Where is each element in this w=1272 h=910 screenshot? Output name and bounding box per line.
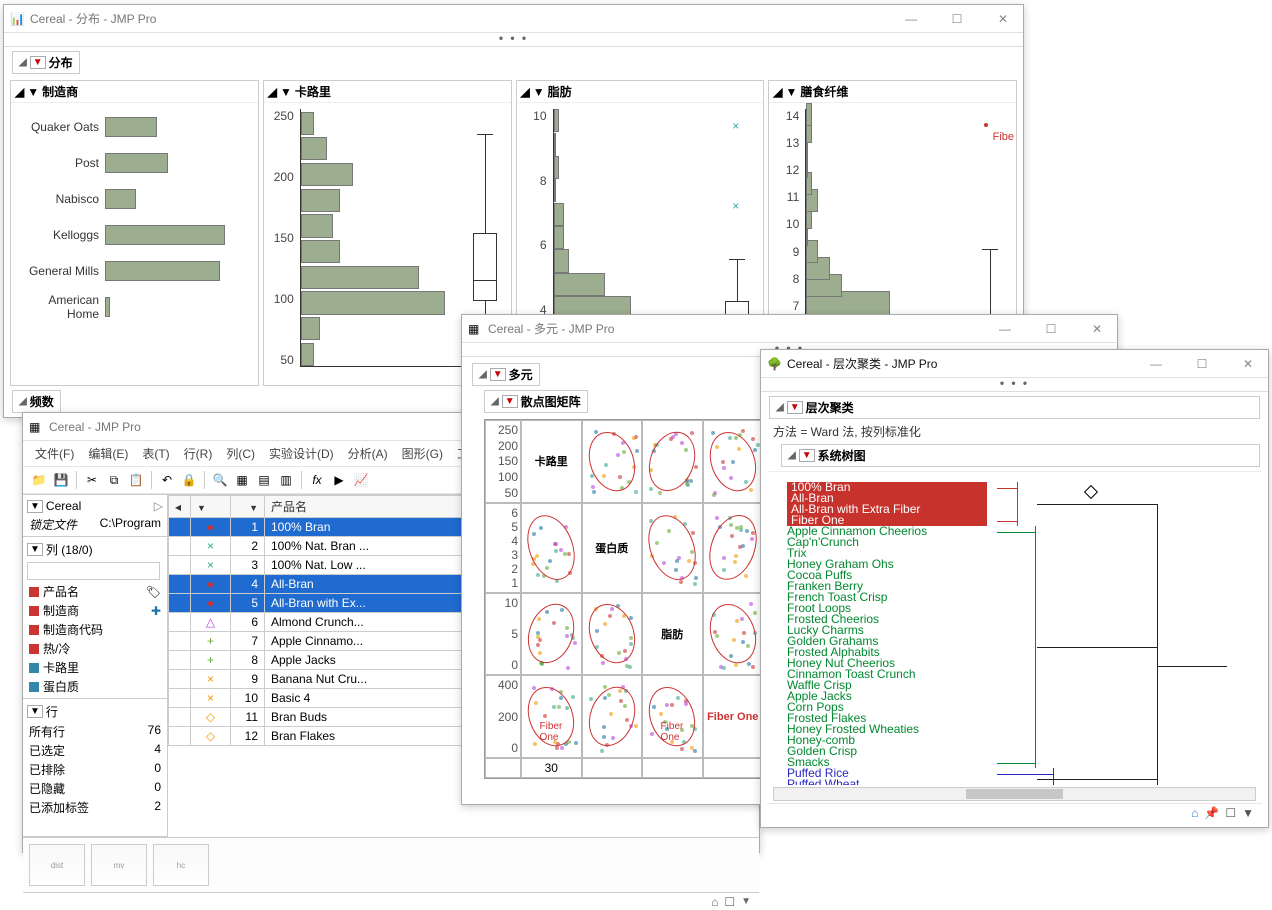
horizontal-scrollbar[interactable]	[773, 787, 1256, 801]
pin-icon[interactable]: 📌	[1204, 806, 1219, 820]
column-entry[interactable]: 制造商✚	[25, 601, 165, 620]
options-triangle-icon[interactable]: ▼	[741, 896, 751, 907]
maximize-toggle-icon[interactable]: ☐	[1225, 806, 1236, 820]
collapse-triangle-icon: ◢	[19, 57, 27, 68]
home-icon[interactable]: ⌂	[711, 895, 718, 909]
menu-item[interactable]: 列(C)	[220, 443, 261, 464]
menu-item[interactable]: 编辑(E)	[82, 443, 134, 464]
cluster-icon: 🌳	[767, 357, 781, 371]
panel-header-scattermatrix[interactable]: ◢▼散点图矩阵	[484, 390, 588, 413]
window-title: Cereal - 多元 - JMP Pro	[488, 320, 991, 337]
row-stat: 所有行76	[25, 722, 165, 741]
outlier-marker: ×	[732, 119, 739, 133]
column-entry[interactable]: 制造商代码	[25, 620, 165, 639]
menu-item[interactable]: 实验设计(D)	[263, 443, 340, 464]
panel-header-dendrogram[interactable]: ◢▼系统树图	[781, 444, 1260, 467]
thumb-hc[interactable]: hc	[153, 844, 209, 886]
toolbar-fx-icon[interactable]: fx	[307, 470, 327, 490]
cluster-cut-diamond[interactable]	[1084, 485, 1098, 499]
minimize-button[interactable]: —	[897, 12, 925, 26]
menu-item[interactable]: 文件(F)	[29, 443, 80, 464]
window-title: Cereal - 分布 - JMP Pro	[30, 10, 897, 27]
menu-item[interactable]: 图形(G)	[396, 443, 449, 464]
maximize-toggle-icon[interactable]: ☐	[724, 895, 735, 909]
drag-handle[interactable]: • • •	[4, 33, 1023, 47]
row-stat: 已添加标签2	[25, 798, 165, 817]
drag-handle[interactable]: • • •	[761, 378, 1268, 392]
toolbar-save-icon[interactable]: 💾	[51, 470, 71, 490]
rows-header[interactable]: 行	[46, 703, 58, 720]
column-entry[interactable]: 蛋白质	[25, 677, 165, 696]
statusbar-hc: ⌂ 📌 ☐ ▼	[767, 803, 1262, 821]
freq-header[interactable]: ◢频数	[12, 390, 61, 413]
outlier-marker: ×	[732, 199, 739, 213]
row-stat: 已选定4	[25, 741, 165, 760]
scatterplot-matrix[interactable]: 25020015010050卡路里654321蛋白质1050脂肪4002000F…	[484, 419, 764, 779]
menu-item[interactable]: 表(T)	[136, 443, 175, 464]
titlebar-mv[interactable]: ▦ Cereal - 多元 - JMP Pro — ☐ ✕	[462, 315, 1117, 343]
table-name[interactable]: Cereal	[46, 499, 81, 513]
window-hierarchical-cluster: 🌳 Cereal - 层次聚类 - JMP Pro — ☐ ✕ • • • ◢▼…	[760, 349, 1269, 828]
annotation-fiber: Fibe	[993, 131, 1014, 143]
options-triangle-icon[interactable]: ▼	[30, 56, 46, 69]
left-panel: ▼Cereal▷ 锁定文件C:\Program ▼列 (18/0) 产品名🏷制造…	[23, 495, 168, 837]
home-icon[interactable]: ⌂	[1191, 806, 1198, 820]
row-stat: 已排除0	[25, 760, 165, 779]
maximize-button[interactable]: ☐	[943, 12, 971, 26]
close-button[interactable]: ✕	[1234, 357, 1262, 371]
outlier-dot	[984, 123, 988, 127]
toolbar-chart-icon[interactable]: 📈	[351, 470, 371, 490]
toolbar-lock-icon[interactable]: 🔒	[179, 470, 199, 490]
row-stat: 已隐藏0	[25, 779, 165, 798]
toolbar-run-icon[interactable]: ▶	[329, 470, 349, 490]
panel-header-distribution[interactable]: ◢ ▼ 分布	[12, 51, 80, 74]
toolbar-undo-icon[interactable]: ↶	[157, 470, 177, 490]
toolbar-paste-icon[interactable]: 📋	[126, 470, 146, 490]
minimize-button[interactable]: —	[991, 322, 1019, 336]
minimize-button[interactable]: —	[1142, 357, 1170, 371]
dendrogram[interactable]: 100% BranAll-BranAll-Bran with Extra Fib…	[767, 471, 1262, 785]
thumb-dist[interactable]: dist	[29, 844, 85, 886]
statusbar: ⌂ ☐ ▼	[23, 892, 759, 910]
titlebar-hc[interactable]: 🌳 Cereal - 层次聚类 - JMP Pro — ☐ ✕	[761, 350, 1268, 378]
thumbnails-tray: dist mv hc	[23, 837, 759, 892]
toolbar-cut-icon[interactable]: ✂	[82, 470, 102, 490]
toolbar-open-icon[interactable]: 📁	[29, 470, 49, 490]
scroll-thumb[interactable]	[966, 789, 1062, 799]
panel-header-mv[interactable]: ◢▼多元	[472, 363, 540, 386]
toolbar-search-icon[interactable]: 🔍	[210, 470, 230, 490]
scatter-icon: ▦	[468, 322, 482, 336]
column-entry[interactable]: 产品名🏷	[25, 582, 165, 601]
dist-panel-manufacturer: ◢▼制造商 Quaker OatsPostNabiscoKelloggsGene…	[10, 80, 259, 386]
column-entry[interactable]: 热/冷	[25, 639, 165, 658]
maximize-button[interactable]: ☐	[1037, 322, 1065, 336]
window-title: Cereal - 层次聚类 - JMP Pro	[787, 355, 1142, 372]
menu-item[interactable]: 行(R)	[178, 443, 219, 464]
column-entry[interactable]: 卡路里	[25, 658, 165, 677]
toolbar-grid-icon[interactable]: ▤	[254, 470, 274, 490]
thumb-mv[interactable]: mv	[91, 844, 147, 886]
column-search-input[interactable]	[27, 562, 160, 580]
toolbar-copy-icon[interactable]: ⧉	[104, 470, 124, 490]
close-button[interactable]: ✕	[1083, 322, 1111, 336]
panel-header-hc[interactable]: ◢▼层次聚类	[769, 396, 1260, 419]
app-icon: 📊	[10, 12, 24, 26]
method-text: 方法 = Ward 法, 按列标准化	[767, 421, 1262, 442]
toolbar-columns-icon[interactable]: ▥	[276, 470, 296, 490]
menu-item[interactable]: 分析(A)	[342, 443, 394, 464]
toolbar-table-icon[interactable]: ▦	[232, 470, 252, 490]
options-triangle-icon[interactable]: ▼	[1242, 806, 1254, 820]
columns-header[interactable]: 列 (18/0)	[46, 541, 93, 558]
maximize-button[interactable]: ☐	[1188, 357, 1216, 371]
close-button[interactable]: ✕	[989, 12, 1017, 26]
titlebar-dist[interactable]: 📊 Cereal - 分布 - JMP Pro — ☐ ✕	[4, 5, 1023, 33]
datatable-icon: ▦	[29, 420, 43, 434]
